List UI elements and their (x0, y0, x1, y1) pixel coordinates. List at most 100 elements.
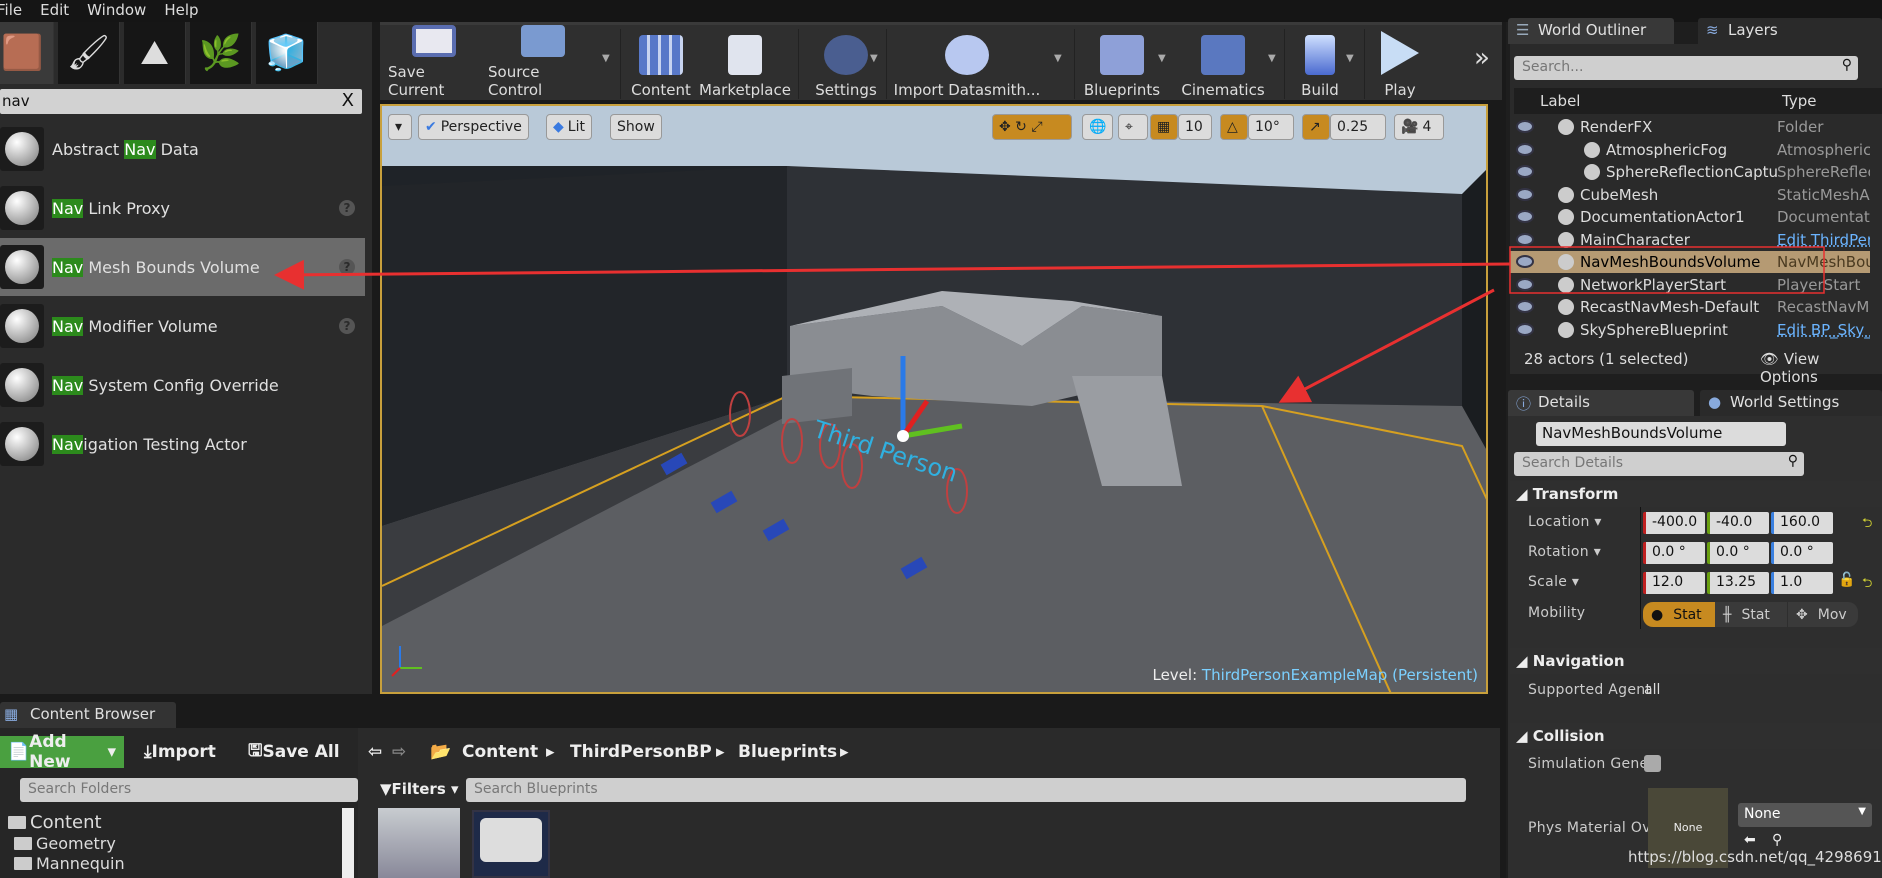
world-local-icon[interactable]: 🌐 (1082, 114, 1114, 140)
path-sep[interactable]: ▸ (840, 742, 849, 762)
blueprints-dropdown-icon[interactable]: ▼ (1158, 53, 1166, 64)
rotation-z[interactable]: 0.0 ° (1771, 542, 1833, 564)
surface-snap-icon[interactable]: ⌖ (1118, 114, 1148, 140)
location-label[interactable]: Location ▾ (1528, 514, 1602, 530)
section-collision[interactable]: ◢ Collision (1510, 723, 1882, 749)
place-item[interactable]: Navigation Testing Actor (0, 415, 365, 473)
outliner-row[interactable]: SkySphereBlueprint Edit BP_Sky_ (1510, 319, 1870, 341)
build-button[interactable]: Build (1288, 25, 1352, 103)
menu-file[interactable]: File (0, 0, 34, 22)
add-new-button[interactable]: 📄 Add New ▾ (0, 732, 124, 772)
outliner-search-input[interactable]: Search... ⚲ (1514, 56, 1858, 80)
outliner-row[interactable]: AtmosphericFog AtmosphericF (1510, 139, 1870, 161)
outliner-row[interactable]: NetworkPlayerStart PlayerStart (1510, 274, 1870, 296)
place-search-input[interactable]: nav X (0, 89, 362, 114)
show-button[interactable]: Show (610, 114, 662, 140)
geometry-mode-icon[interactable]: 🧊 (256, 22, 318, 84)
cinematics-button[interactable]: Cinematics (1178, 25, 1268, 103)
search-assets-input[interactable]: Search Blueprints (466, 778, 1466, 802)
level-viewport[interactable]: Third Person ▾ ✔ Perspective ◆ Lit Show ✥ … (380, 104, 1488, 694)
tree-item-mannequin[interactable]: Mannequin (14, 854, 125, 873)
menu-help[interactable]: Help (164, 0, 210, 22)
search-folders-input[interactable]: Search Folders (20, 778, 358, 802)
play-button[interactable]: Play (1368, 25, 1432, 103)
path-thirdpersonbp[interactable]: ThirdPersonBP (570, 742, 712, 762)
help-icon[interactable]: ? (339, 259, 355, 275)
phys-material-select[interactable]: None ▼ (1738, 803, 1872, 827)
help-icon[interactable]: ? (339, 200, 355, 216)
scale-y[interactable]: 13.25 (1707, 572, 1769, 594)
details-search-input[interactable]: Search Details ⚲ (1514, 452, 1804, 476)
import-datasmith-button[interactable]: Import Datasmith... (892, 25, 1042, 103)
forward-button[interactable]: ⇨ (392, 742, 406, 762)
content-button[interactable]: Content (626, 25, 696, 103)
asset-thirdpersoncharacter[interactable] (378, 808, 460, 878)
rotation-label[interactable]: Rotation ▾ (1528, 544, 1601, 560)
cinematics-dropdown-icon[interactable]: ▼ (1268, 53, 1276, 64)
column-type[interactable]: Type (1782, 92, 1816, 110)
simulation-checkbox[interactable] (1644, 755, 1661, 772)
build-dropdown-icon[interactable]: ▼ (1346, 53, 1354, 64)
column-label[interactable]: Label (1540, 92, 1580, 110)
transform-mode-buttons[interactable]: ✥ ↻ ⤢ (992, 114, 1072, 140)
path-content[interactable]: Content (462, 742, 538, 762)
menu-window[interactable]: Window (87, 0, 158, 22)
scale-snap-value[interactable]: 0.25 (1330, 114, 1386, 140)
outliner-row[interactable]: DocumentationActor1 Documentatio (1510, 206, 1870, 228)
section-navigation[interactable]: ◢ Navigation (1510, 648, 1882, 674)
outliner-row[interactable]: CubeMesh StaticMeshAc (1510, 184, 1870, 206)
place-item[interactable]: Nav Link Proxy? (0, 179, 365, 237)
foliage-mode-icon[interactable]: 🌿 (190, 22, 252, 84)
landscape-mode-icon[interactable]: ⛰ (124, 22, 186, 84)
mobility-stationary[interactable]: ╫ Stat (1715, 602, 1787, 627)
actor-name-input[interactable]: NavMeshBoundsVolume (1536, 422, 1786, 446)
scale-z[interactable]: 1.0 (1771, 572, 1833, 594)
rotation-x[interactable]: 0.0 ° (1643, 542, 1705, 564)
tab-layers[interactable]: Layers ≋ (1698, 18, 1882, 44)
menu-edit[interactable]: Edit (40, 0, 81, 22)
grid-snap-icon[interactable]: ▦ (1150, 114, 1178, 140)
outliner-row[interactable]: RenderFX Folder (1510, 116, 1870, 138)
visibility-eye-icon[interactable] (1516, 210, 1534, 223)
outliner-row[interactable]: MainCharacter Edit ThirdPer (1510, 229, 1870, 251)
scale-snap-icon[interactable]: ↗ (1302, 114, 1330, 140)
marketplace-button[interactable]: Marketplace (698, 25, 792, 103)
place-item[interactable]: Abstract Nav Data (0, 120, 365, 178)
source-control-button[interactable]: Source Control (488, 25, 598, 103)
location-z[interactable]: 160.0 (1771, 512, 1833, 534)
source-control-dropdown-icon[interactable]: ▼ (602, 53, 610, 64)
save-all-button[interactable]: 🖫 Save All (240, 736, 348, 768)
clear-search-icon[interactable]: X (342, 90, 354, 111)
place-item[interactable]: Nav Mesh Bounds Volume? (0, 238, 365, 296)
settings-dropdown-icon[interactable]: ▼ (870, 53, 878, 64)
viewport-options-button[interactable]: ▾ (388, 114, 412, 140)
scale-x[interactable]: 12.0 (1643, 572, 1705, 594)
tab-content-browser[interactable]: Content Browser ▦ (0, 702, 176, 728)
reset-icon[interactable]: ⮌ (1862, 514, 1872, 536)
help-icon[interactable]: ? (339, 318, 355, 334)
datasmith-dropdown-icon[interactable]: ▼ (1054, 53, 1062, 64)
location-x[interactable]: -400.0 (1643, 512, 1705, 534)
row-type[interactable]: Edit BP_Sky_ (1777, 321, 1870, 339)
place-mode-icon[interactable]: 🟫 (0, 22, 54, 84)
place-item[interactable]: Nav Modifier Volume? (0, 297, 365, 355)
view-options-button[interactable]: 👁 View Options (1760, 350, 1882, 386)
mobility-movable[interactable]: ✥ Mov (1788, 602, 1858, 627)
rotation-snap-value[interactable]: 10° (1248, 114, 1294, 140)
visibility-eye-icon[interactable] (1516, 120, 1534, 133)
folder-scrollbar[interactable] (342, 808, 354, 878)
section-transform[interactable]: ◢ Transform (1510, 481, 1882, 507)
visibility-eye-icon[interactable] (1516, 322, 1534, 336)
tree-item-geometry[interactable]: Geometry (14, 834, 116, 853)
lock-icon[interactable]: 🔓 (1838, 572, 1855, 588)
outliner-row[interactable]: SphereReflectionCaptu SphereReflect (1510, 161, 1870, 183)
perspective-button[interactable]: ✔ Perspective (418, 114, 529, 140)
import-button[interactable]: ⤓ Import (136, 736, 224, 768)
rotation-y[interactable]: 0.0 ° (1707, 542, 1769, 564)
visibility-eye-icon[interactable] (1516, 187, 1534, 201)
camera-speed-button[interactable]: 🎥 4 (1394, 114, 1444, 140)
settings-button[interactable]: Settings (804, 25, 888, 103)
visibility-eye-icon[interactable] (1516, 277, 1534, 291)
asset-gamemode[interactable] (472, 810, 550, 878)
mobility-static[interactable]: ● Stat (1643, 602, 1715, 627)
